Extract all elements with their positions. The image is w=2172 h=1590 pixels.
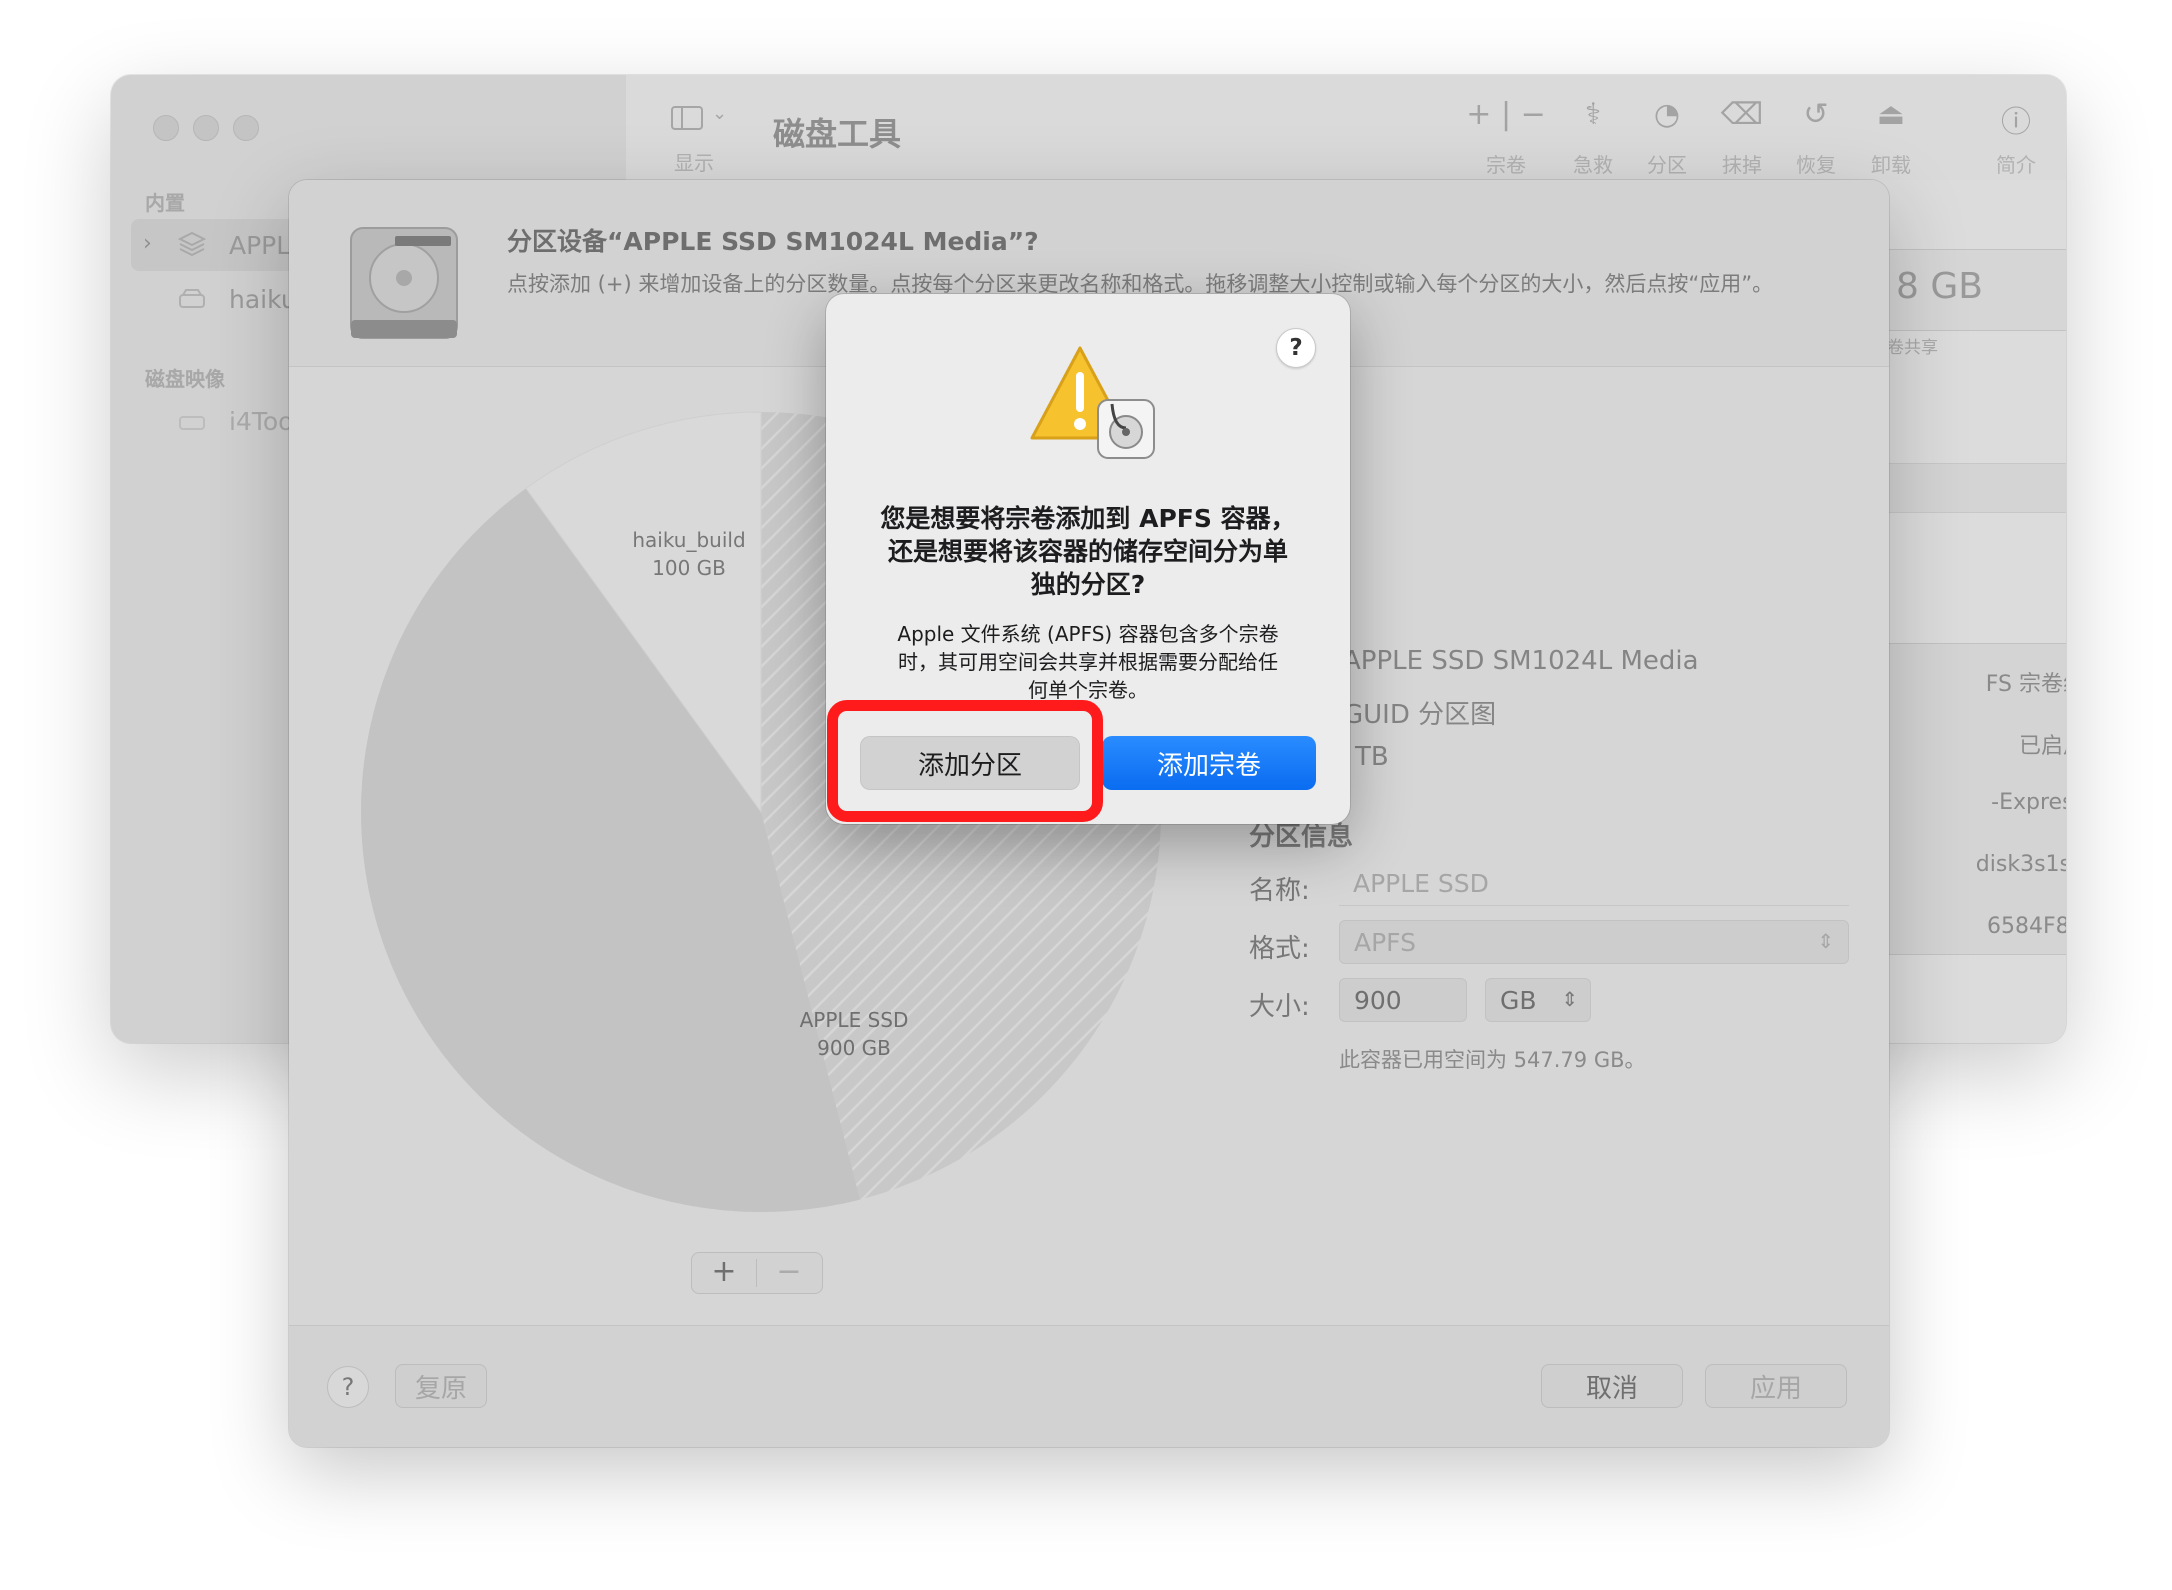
pie-icon[interactable]: ◔ xyxy=(1637,97,1697,132)
toolbar-partition-label: 分区 xyxy=(1647,153,1687,177)
drive-icon xyxy=(177,287,207,311)
alert-title-line: 独的分区? xyxy=(1030,570,1146,599)
updown-chevron-icon: ⇕ xyxy=(1817,929,1834,953)
device-size: TB xyxy=(1355,742,1389,772)
alert-title-line: 还是想要将该容器的储存空间分为单 xyxy=(887,537,1288,566)
revert-button[interactable]: 复原 xyxy=(395,1364,487,1408)
partition-scheme: GUID 分区图 xyxy=(1343,700,1497,730)
view-label: 显示 xyxy=(674,151,714,175)
chevron-down-icon[interactable]: ⌄ xyxy=(712,103,727,124)
sheet-title: 分区设备“APPLE SSD SM1024L Media”? xyxy=(507,227,1039,256)
format-select[interactable]: APFS ⇕ xyxy=(1339,920,1849,964)
hard-drive-icon xyxy=(345,222,463,344)
capacity-box: 8 GB xyxy=(1881,249,2066,331)
help-button[interactable]: ? xyxy=(327,1366,369,1408)
sidebar-item-apple-label: APPL xyxy=(229,231,291,260)
toolbar-unmount-label: 卸载 xyxy=(1871,153,1911,177)
toolbar-firstaid-label: 急救 xyxy=(1573,153,1613,177)
add-volume-button[interactable]: 添加宗卷 xyxy=(1102,736,1316,790)
updown-chevron-icon: ⇕ xyxy=(1561,987,1578,1011)
info-icon[interactable]: ⓘ xyxy=(1986,97,2046,141)
capacity-value: 8 GB xyxy=(1896,266,1983,307)
remove-partition-minus-button[interactable]: − xyxy=(757,1253,821,1293)
info-row: -Express xyxy=(1991,790,2066,815)
toolbar: ⌄ 显示 磁盘工具 + | − 宗卷 ⚕ 急救 ◔ 分区 ⌫ 抹掉 ↺ 恢复 ⏏… xyxy=(626,75,2066,180)
toolbar-restore-label: 恢复 xyxy=(1796,153,1836,177)
toolbar-erase-label: 抹掉 xyxy=(1722,153,1762,177)
chevron-right-icon[interactable]: › xyxy=(143,231,152,256)
format-label: 格式: xyxy=(1249,934,1310,964)
unit-select[interactable]: GB ⇕ xyxy=(1485,978,1591,1022)
alert-body-line: Apple 文件系统 (APFS) 容器包含多个宗卷 xyxy=(897,622,1279,646)
pie-label-apple-size: 900 GB xyxy=(817,1036,891,1060)
device-name: APPLE SSD SM1024L Media xyxy=(1343,646,1699,676)
used-space-note: 此容器已用空间为 547.79 GB。 xyxy=(1339,1048,1646,1072)
sidebar-section-internal: 内置 xyxy=(145,191,185,215)
pie-label-apple: APPLE SSD 900 GB xyxy=(754,1006,954,1062)
sidebar-item-haiku[interactable]: haiku xyxy=(229,285,297,314)
apply-button[interactable]: 应用 xyxy=(1705,1364,1847,1408)
close-window-button[interactable] xyxy=(153,115,179,141)
sheet-footer: ? 复原 取消 应用 xyxy=(289,1325,1889,1447)
restore-icon[interactable]: ↺ xyxy=(1786,97,1846,132)
partition-size-field[interactable]: 900 xyxy=(1339,978,1467,1022)
capacity-subtitle: 卷共享 xyxy=(1887,338,1938,358)
red-highlight-box xyxy=(827,700,1103,822)
disk-image-icon xyxy=(177,409,207,433)
alert-title-line: 您是想要将宗卷添加到 APFS 容器， xyxy=(880,504,1296,533)
zoom-window-button[interactable] xyxy=(233,115,259,141)
stethoscope-icon[interactable]: ⚕ xyxy=(1563,97,1623,132)
sidebar-section-images: 磁盘映像 xyxy=(145,367,225,391)
eject-icon[interactable]: ⏏ xyxy=(1861,97,1921,132)
info-row: 已启用 xyxy=(2018,734,2066,759)
usage-bar xyxy=(1881,463,2066,513)
stack-icon xyxy=(177,229,207,259)
alert-body: Apple 文件系统 (APFS) 容器包含多个宗卷 时，其可用空间会共享并根据… xyxy=(860,620,1316,704)
minimize-window-button[interactable] xyxy=(193,115,219,141)
pie-label-haiku-size: 100 GB xyxy=(652,556,726,580)
alert-help-button[interactable]: ? xyxy=(1276,328,1316,368)
partition-name-field[interactable]: APPLE SSD xyxy=(1339,862,1849,906)
toolbar-info-label: 简介 xyxy=(1996,153,2036,177)
size-label: 大小: xyxy=(1249,992,1310,1022)
toolbar-volume-label: 宗卷 xyxy=(1486,153,1526,177)
warning-disk-utility-icon xyxy=(1028,342,1158,462)
add-partition-plus-button[interactable]: + xyxy=(692,1253,756,1293)
app-title: 磁盘工具 xyxy=(773,115,902,153)
pie-label-haiku-name: haiku_build xyxy=(632,528,746,552)
alert-body-line: 时，其可用空间会共享并根据需要分配给任 xyxy=(898,650,1278,674)
sidebar-item-i4tools[interactable]: i4Too xyxy=(229,407,293,436)
plus-minus-control: + − xyxy=(691,1252,823,1294)
sidebar-toggle-icon[interactable] xyxy=(670,105,704,131)
info-row: FS 宗卷组 xyxy=(1985,672,2066,697)
alert-title: 您是想要将宗卷添加到 APFS 容器， 还是想要将该容器的储存空间分为单 独的分… xyxy=(858,502,1318,601)
eraser-icon[interactable]: ⌫ xyxy=(1712,97,1772,132)
format-value: APFS xyxy=(1354,927,1416,957)
pie-label-haiku: haiku_build 100 GB xyxy=(589,526,789,582)
unit-value: GB xyxy=(1500,985,1537,1015)
name-label: 名称: xyxy=(1249,876,1310,906)
info-row: disk3s1s1 xyxy=(1975,852,2066,877)
cancel-button[interactable]: 取消 xyxy=(1541,1364,1683,1408)
info-row: 6584F8C xyxy=(1986,914,2066,939)
plus-minus-icon[interactable]: + | − xyxy=(1451,97,1561,132)
pie-label-apple-name: APPLE SSD xyxy=(799,1008,909,1032)
